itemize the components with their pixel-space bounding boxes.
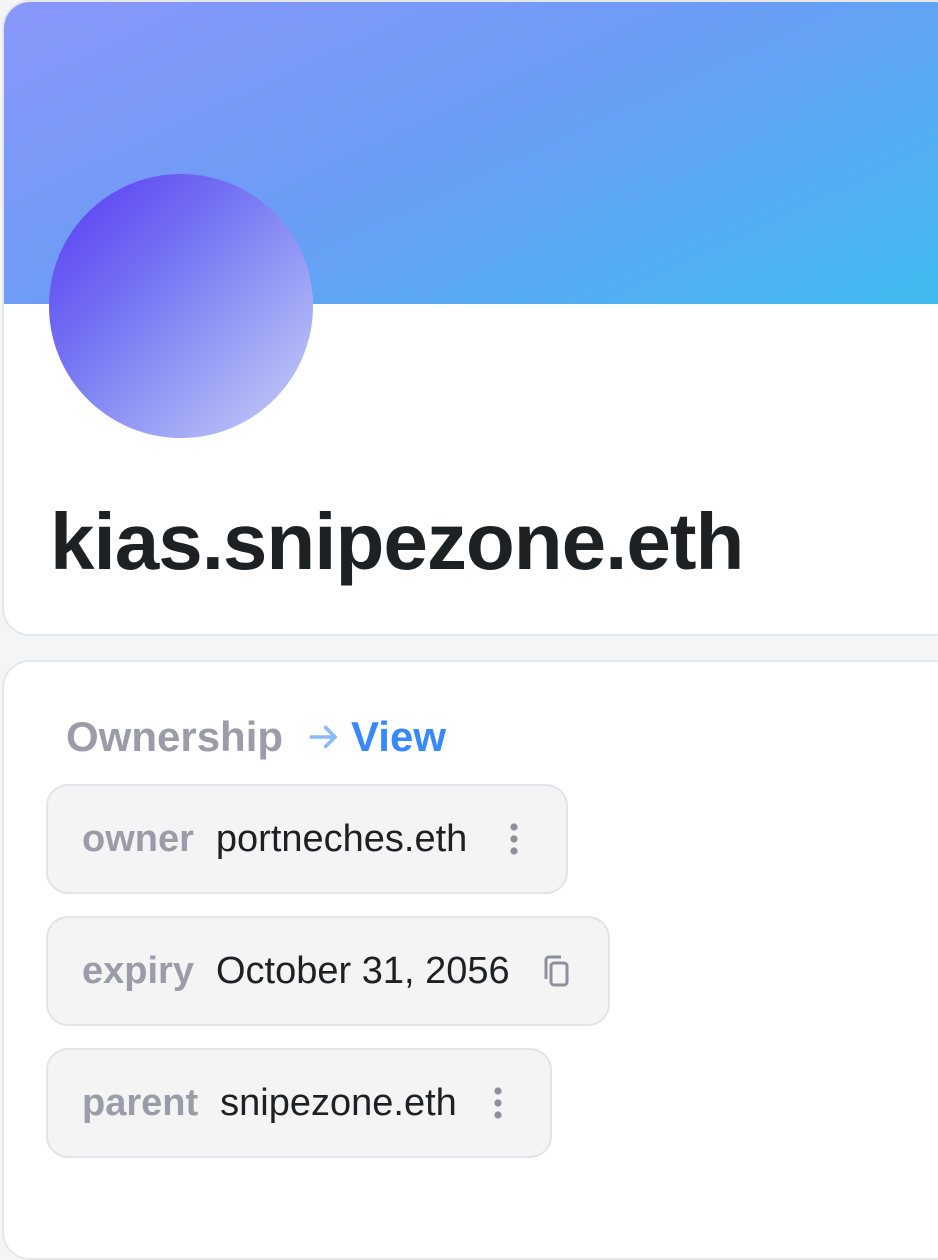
parent-record[interactable]: parent snipezone.eth bbox=[46, 1048, 552, 1158]
copy-icon[interactable] bbox=[538, 948, 574, 994]
ownership-title: Ownership bbox=[66, 713, 284, 760]
more-vertical-icon[interactable] bbox=[496, 816, 532, 862]
view-ownership-link[interactable]: View bbox=[305, 713, 446, 761]
record-key: parent bbox=[82, 1081, 199, 1124]
ownership-section-header: Ownership View bbox=[66, 712, 446, 762]
profile-card: kias.snipezone.eth bbox=[2, 0, 938, 636]
more-vertical-icon[interactable] bbox=[480, 1080, 516, 1126]
record-value: snipezone.eth bbox=[220, 1081, 457, 1124]
avatar[interactable] bbox=[49, 174, 313, 438]
owner-record[interactable]: owner portneches.eth bbox=[46, 784, 568, 894]
view-link-label: View bbox=[351, 713, 446, 760]
record-value: portneches.eth bbox=[215, 817, 468, 860]
expiry-record[interactable]: expiry October 31, 2056 bbox=[46, 916, 610, 1026]
domain-name-title: kias.snipezone.eth bbox=[50, 497, 744, 586]
arrow-right-icon bbox=[309, 725, 337, 749]
record-key: expiry bbox=[82, 949, 194, 992]
record-value: October 31, 2056 bbox=[215, 949, 510, 992]
record-key: owner bbox=[82, 817, 194, 860]
